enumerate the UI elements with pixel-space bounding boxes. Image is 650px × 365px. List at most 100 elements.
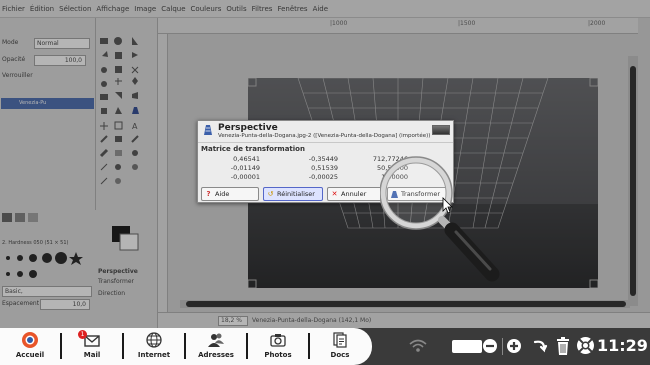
vertical-ruler [158, 34, 168, 314]
opacity-label: Opacité [2, 56, 26, 63]
taskbar-adresses[interactable]: Adresses [188, 331, 244, 363]
help-button-label: Aide [215, 190, 230, 198]
menu-aide[interactable]: Aide [313, 5, 328, 13]
direction-label: Direction [98, 290, 126, 297]
dialog-subtitle: Venezia-Punta-della-Dogana.jpg-2 ([Venez… [218, 133, 431, 139]
tool-scissors-icon [132, 52, 138, 58]
taskbar-separator [184, 333, 186, 359]
menu-calque[interactable]: Calque [161, 5, 185, 13]
brush-preset-field[interactable]: Basic, [2, 286, 92, 297]
help-button[interactable]: ? Aide [201, 187, 259, 201]
tool-measure-icon [115, 78, 122, 85]
cancel-button-label: Annuler [341, 190, 367, 198]
taskbar-accueil[interactable]: Accueil [2, 331, 58, 363]
menu-affichage[interactable]: Affichage [96, 5, 129, 13]
ruler-mark: |2000 [588, 20, 606, 27]
tool-smudge-icon [100, 177, 108, 185]
tool-bycolor-icon [115, 52, 122, 59]
reset-button[interactable]: ↺ Réinitialiser [263, 187, 323, 201]
brush-dot-icon [17, 271, 23, 277]
zoom-in-icon[interactable] [506, 338, 522, 354]
tool-airbrush-icon [132, 150, 138, 156]
trash-icon[interactable] [555, 336, 571, 356]
menu-selection[interactable]: Sélection [59, 5, 91, 13]
taskbar-separator [246, 333, 248, 359]
battery-icon[interactable] [452, 340, 482, 353]
vertical-scrollbar-thumb[interactable] [630, 66, 636, 296]
clock: 11:29 [597, 336, 648, 355]
matrix-cell: -0,00001 [230, 173, 260, 181]
ruler-mark: |1000 [330, 20, 348, 27]
wifi-icon[interactable] [408, 338, 428, 354]
back-arrow-icon[interactable] [532, 337, 548, 355]
taskbar-label: Photos [264, 351, 292, 359]
tool-align-icon [100, 94, 108, 100]
opacity-field[interactable]: 100,0 [34, 55, 86, 66]
handle-bottom-right [589, 279, 598, 288]
tool-lasso-icon [132, 37, 138, 45]
reset-button-label: Réinitialiser [277, 190, 315, 198]
background-color-swatch [119, 233, 139, 251]
taskbar-separator [122, 333, 124, 359]
menu-edition[interactable]: Édition [30, 5, 54, 13]
matrix-heading: Matrice de transformation [201, 145, 305, 153]
mail-badge: 1 [78, 330, 87, 339]
spacing-field[interactable]: 10,0 [40, 299, 90, 310]
tool-crop-icon [115, 92, 122, 99]
zoom-field[interactable]: 18,2 % [218, 316, 248, 326]
taskbar-photos[interactable]: Photos [250, 331, 306, 363]
menu-bar: Fichier Édition Sélection Affichage Imag… [0, 0, 650, 18]
menu-fichier[interactable]: Fichier [2, 5, 25, 13]
mode-select[interactable]: Normal [34, 38, 90, 49]
lock-label: Verrouiller [2, 72, 33, 79]
menu-outils[interactable]: Outils [226, 5, 246, 13]
tool-cage-icon [114, 121, 123, 130]
horizontal-scrollbar[interactable] [180, 300, 630, 308]
status-text: Venezia-Punta-della-Dogana (142,1 Mo) [252, 317, 372, 324]
pattern-tab-icon [15, 213, 25, 222]
brush-tab-icon [2, 213, 12, 222]
matrix-cell: 0,46541 [233, 155, 260, 163]
tool-clone-icon [115, 164, 121, 170]
cancel-button[interactable]: ✕ Annuler [327, 187, 383, 201]
taskbar-mail[interactable]: 1 Mail [64, 330, 120, 363]
taskbar-label: Docs [330, 351, 350, 359]
menu-fenetres[interactable]: Fenêtres [277, 5, 307, 13]
menu-filtres[interactable]: Filtres [252, 5, 273, 13]
layer-row-selected[interactable]: Venezia-Pu [1, 98, 94, 109]
brush-name: 2. Hardness 050 (51 × 51) [2, 240, 69, 246]
matrix-cell: 0,51539 [311, 164, 338, 172]
taskbar-internet[interactable]: Internet [126, 331, 182, 363]
gradient-tab-icon [28, 213, 38, 222]
brush-dot-icon [6, 256, 10, 260]
tool-text-icon: A [132, 122, 138, 131]
mode-label: Mode [2, 39, 19, 46]
tool-scale-icon [101, 108, 107, 114]
taskbar-docs[interactable]: Docs [312, 331, 368, 363]
matrix-cell: -0,00025 [308, 173, 338, 181]
dialog-title: Perspective [218, 123, 278, 133]
help-lifebuoy-icon[interactable] [576, 336, 595, 355]
magnifier-icon [380, 156, 500, 282]
color-swatches[interactable] [96, 218, 158, 258]
perspective-icon [204, 125, 212, 135]
horizontal-scrollbar-thumb[interactable] [186, 301, 626, 307]
zoom-out-icon[interactable] [482, 338, 498, 354]
menu-couleurs[interactable]: Couleurs [191, 5, 222, 13]
tool-paths-icon [115, 66, 122, 73]
brush-dot-icon [29, 270, 37, 278]
documents-icon [333, 332, 347, 348]
taskbar-separator [60, 333, 62, 359]
brush-grid[interactable] [0, 250, 96, 284]
tool-shear-icon [115, 107, 122, 114]
tool-icons-grid[interactable]: A [96, 18, 158, 218]
tool-zoom-icon [101, 81, 107, 87]
tool-brush-icon [99, 148, 109, 158]
image-thumbnail [432, 125, 450, 135]
brush-dot-icon [17, 255, 23, 261]
handle-bottom-left [248, 279, 257, 288]
vertical-scrollbar[interactable] [628, 56, 638, 306]
status-bar: 18,2 % Venezia-Punta-della-Dogana (142,1… [158, 312, 650, 328]
taskbar: Accueil 1 Mail Internet Adresses Photos … [0, 328, 650, 365]
menu-image[interactable]: Image [134, 5, 156, 13]
